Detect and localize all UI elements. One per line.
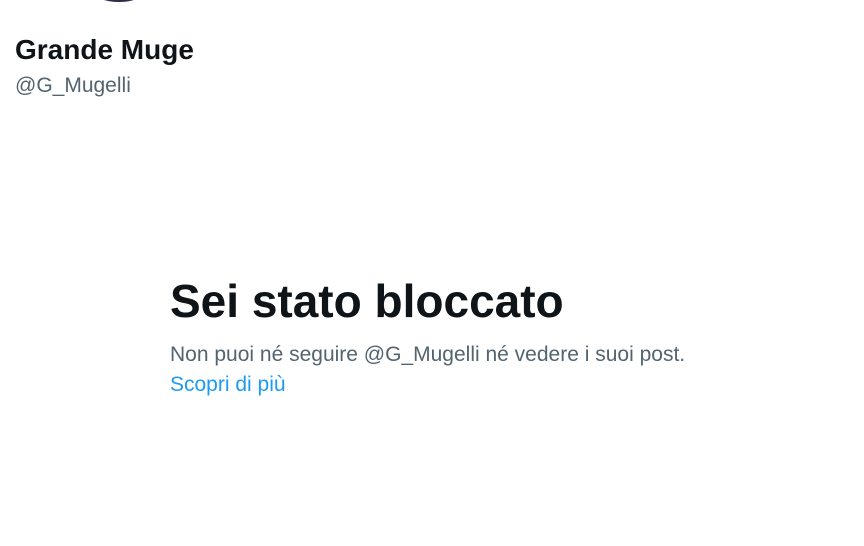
blocked-notice: Sei stato bloccato Non puoi né seguire @… — [170, 274, 690, 400]
profile-handle: @G_Mugelli — [15, 74, 131, 97]
blocked-message-container: Non puoi né seguire @G_Mugelli né vedere… — [170, 340, 690, 400]
avatar[interactable] — [94, 0, 144, 2]
blocked-title: Sei stato bloccato — [170, 275, 564, 327]
learn-more-link[interactable]: Scopri di più — [170, 373, 286, 396]
blocked-message: Non puoi né seguire @G_Mugelli né vedere… — [170, 343, 686, 366]
profile-name: Grande Muge — [15, 34, 194, 65]
